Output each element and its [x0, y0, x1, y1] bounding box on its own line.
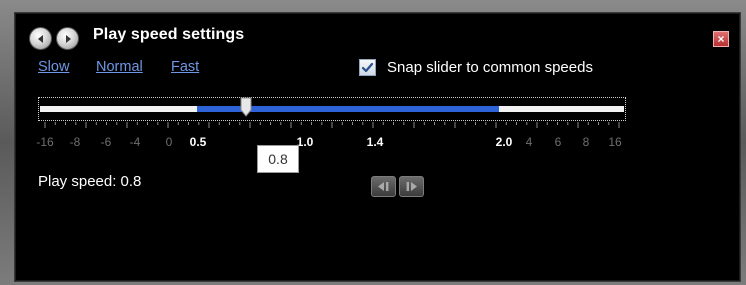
back-button[interactable]	[29, 27, 52, 50]
tick-label: -6	[100, 135, 112, 149]
checkmark-icon	[361, 62, 374, 73]
play-speed-panel: Play speed settings × Slow Normal Fast S…	[14, 12, 741, 282]
step-forward-icon	[406, 182, 417, 191]
speed-slider[interactable]	[38, 97, 626, 121]
slider-value-tooltip: 0.8	[257, 145, 299, 173]
tick-label: -4	[129, 135, 141, 149]
forward-button[interactable]	[56, 27, 79, 50]
tick-label: 4	[525, 135, 533, 149]
window-title: Play speed settings	[93, 26, 245, 43]
close-icon: ×	[717, 32, 725, 46]
forward-arrow-icon	[65, 34, 71, 43]
tick-label: 6	[554, 135, 562, 149]
tick-label: 0	[165, 135, 173, 149]
slider-ticks	[44, 122, 620, 128]
preset-slow-link[interactable]: Slow	[38, 59, 69, 75]
tick-label: -8	[69, 135, 81, 149]
tick-label: 8	[582, 135, 590, 149]
preset-fast-link[interactable]: Fast	[171, 59, 199, 75]
preset-normal-link[interactable]: Normal	[96, 59, 143, 75]
tick-label: 2.0	[495, 135, 513, 149]
slider-thumb[interactable]	[240, 97, 252, 117]
close-button[interactable]: ×	[713, 31, 729, 47]
tick-label: 1.0	[296, 135, 314, 149]
step-back-icon	[378, 182, 389, 191]
tick-label: 0.5	[189, 135, 207, 149]
snap-checkbox[interactable]	[359, 59, 376, 76]
play-speed-readout: Play speed: 0.8	[38, 173, 142, 190]
tick-label: 1.4	[366, 135, 384, 149]
step-back-button[interactable]	[371, 176, 396, 197]
back-arrow-icon	[37, 34, 43, 43]
tick-label: -16	[36, 135, 54, 149]
step-forward-button[interactable]	[399, 176, 424, 197]
snap-label: Snap slider to common speeds	[387, 59, 593, 76]
tick-label: 16	[608, 135, 622, 149]
